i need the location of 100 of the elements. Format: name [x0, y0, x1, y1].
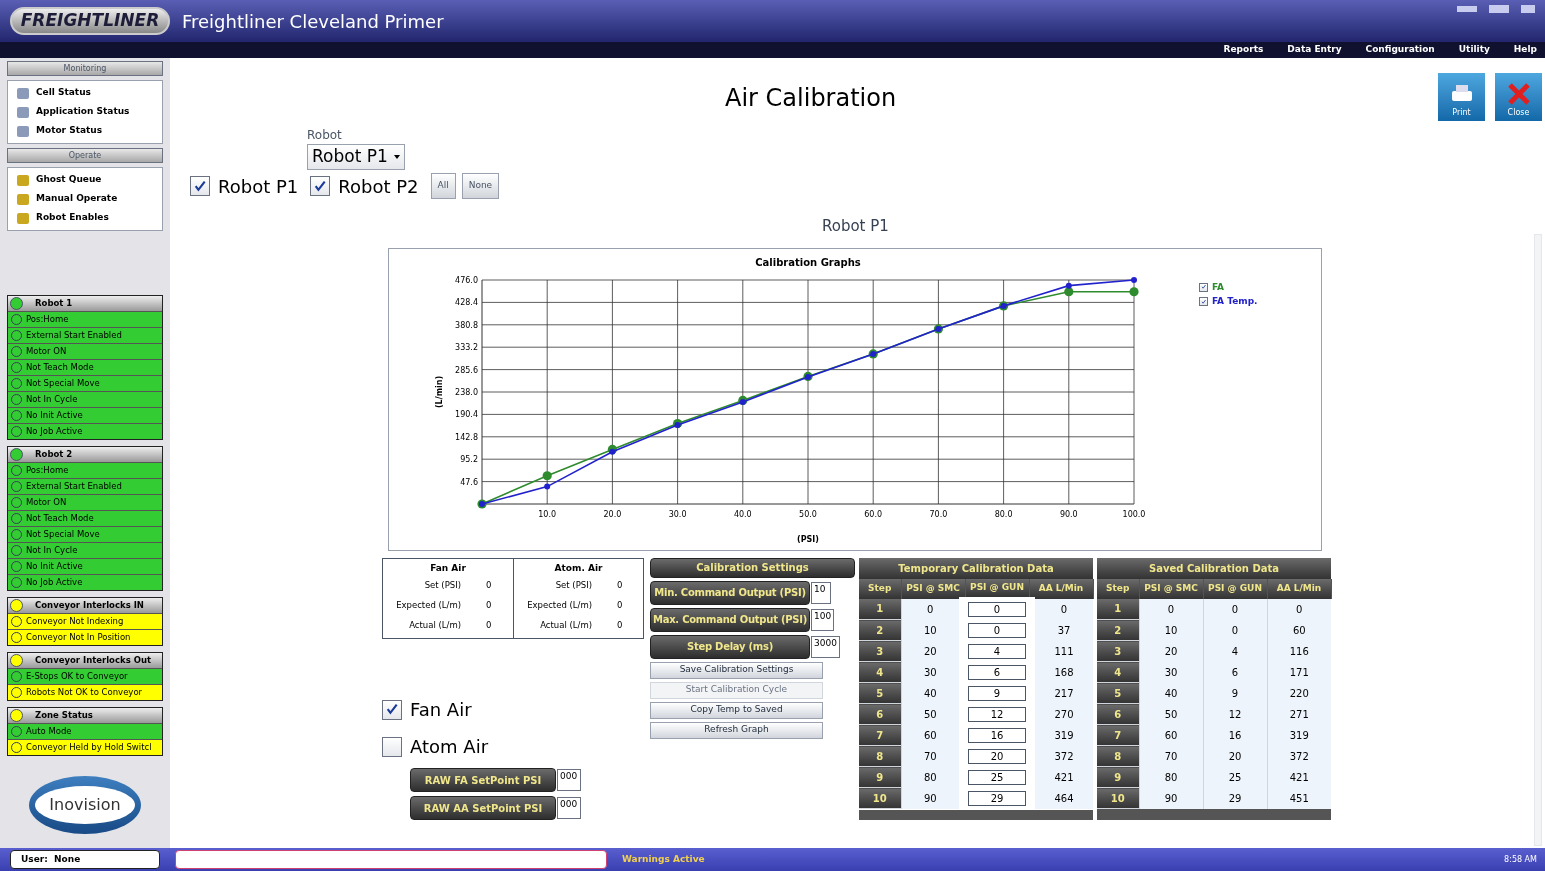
status-label: Not Teach Mode — [26, 361, 94, 374]
status-group-title: Zone Status — [34, 709, 93, 722]
step-cell: 2 — [859, 619, 901, 641]
column-header: Step — [1097, 578, 1139, 599]
table-cell: 60 — [1139, 724, 1203, 746]
status-group-title: Robot 2 — [34, 448, 73, 461]
status-label: No Init Active — [26, 409, 83, 422]
step-cell: 7 — [1097, 724, 1139, 746]
readout-label: Expected (L/m) — [395, 598, 461, 612]
status-label: No Job Active — [26, 425, 83, 438]
x-tick-label: 80.0 — [994, 509, 1013, 519]
field-label: Robot — [307, 127, 343, 144]
x-tick-label: 70.0 — [929, 509, 948, 519]
settings-title: Calibration Settings — [650, 557, 855, 578]
table-cell: 319 — [1267, 724, 1331, 746]
chart-title: Calibration Graphs — [755, 256, 861, 268]
status-label: Conveyor Not Indexing — [26, 615, 124, 628]
status-label: Auto Mode — [26, 725, 72, 738]
status-label: E-Stops OK to Conveyor — [26, 670, 128, 683]
table-cell: 0 — [1203, 619, 1267, 641]
brand-logo: FREIGHTLINER — [10, 7, 170, 35]
y-tick-label: 428.4 — [455, 297, 478, 307]
step-cell: 6 — [1097, 703, 1139, 725]
step-cell: 10 — [1097, 787, 1139, 809]
step-cell: 6 — [859, 703, 901, 725]
step-cell: 2 — [1097, 619, 1139, 641]
status-label: External Start Enabled — [26, 480, 122, 493]
step-cell: 3 — [859, 640, 901, 662]
legend-label: FA Temp. — [1212, 295, 1258, 308]
y-tick-label: 142.8 — [455, 432, 478, 442]
y-tick-label: 333.2 — [455, 342, 478, 352]
table-cell: 70 — [1139, 745, 1203, 767]
table-cell: 20 — [1139, 640, 1203, 662]
y-axis-label: (L/min) — [435, 375, 444, 408]
readout-value: 0 — [486, 598, 492, 612]
step-cell: 5 — [1097, 682, 1139, 704]
step-cell: 1 — [1097, 598, 1139, 620]
company-logo: Inovision — [29, 776, 141, 834]
step-cell: 7 — [859, 724, 901, 746]
status-group-title: Robot 1 — [34, 297, 73, 310]
step-cell: 9 — [1097, 766, 1139, 788]
section-header: Operate — [7, 148, 163, 163]
robot-checkbox-label: Robot P1 — [218, 174, 299, 199]
readout-label: Expected (L/m) — [526, 598, 592, 612]
table-cell: 0 — [1267, 598, 1331, 620]
status-label: Conveyor Not In Position — [26, 631, 131, 644]
status-label: External Start Enabled — [26, 329, 122, 342]
legend-label: FA — [1212, 280, 1225, 294]
table-cell: 16 — [1203, 724, 1267, 746]
setting-label: Step Delay (ms) — [650, 634, 810, 659]
table-cell: 80 — [1139, 766, 1203, 788]
step-cell: 9 — [859, 766, 901, 788]
table-cell: 90 — [1139, 787, 1203, 809]
step-cell: 8 — [1097, 745, 1139, 767]
table-title: Temporary Calibration Data — [859, 557, 1093, 579]
status-label: Motor ON — [26, 345, 67, 358]
table-cell: 220 — [1267, 682, 1331, 704]
table-cell: 30 — [1139, 661, 1203, 683]
y-tick-label: 476.0 — [455, 275, 478, 285]
y-tick-label: 285.6 — [455, 365, 478, 375]
readout-value: 0 — [617, 598, 623, 612]
setpoint-label: RAW FA SetPoint PSI — [410, 768, 556, 792]
x-tick-label: 100.0 — [1122, 509, 1146, 519]
x-tick-label: 10.0 — [538, 509, 557, 519]
readout-label: Actual (L/m) — [539, 618, 592, 632]
y-tick-label: 380.8 — [455, 320, 478, 330]
table-title: Saved Calibration Data — [1097, 557, 1331, 579]
step-cell: 10 — [859, 787, 901, 809]
status-group-title: Conveyor Interlocks Out — [34, 654, 151, 667]
readout-value: 0 — [486, 578, 492, 592]
window-title: Freightliner Cleveland Primer — [182, 9, 444, 34]
step-cell: 8 — [859, 745, 901, 767]
status-label: Conveyor Held by Hold Switcl — [26, 741, 152, 754]
column-header: Step — [859, 578, 901, 599]
table-cell: 451 — [1267, 787, 1331, 809]
step-cell: 4 — [859, 661, 901, 683]
setting-label: Max. Command Output (PSI) — [650, 607, 810, 632]
status-label: Pos:Home — [26, 313, 69, 326]
step-cell: 4 — [1097, 661, 1139, 683]
table-cell: 372 — [1267, 745, 1331, 767]
table-cell: 6 — [1203, 661, 1267, 683]
readout-value: 0 — [486, 618, 492, 632]
x-tick-label: 40.0 — [733, 509, 752, 519]
status-label: No Init Active — [26, 560, 83, 573]
table-cell: 60 — [1267, 619, 1331, 641]
readout-title: Atom. Air — [553, 561, 604, 575]
table-cell: 50 — [1139, 703, 1203, 725]
readout-label: Actual (L/m) — [408, 618, 461, 632]
table-cell: 421 — [1267, 766, 1331, 788]
y-tick-label: 47.6 — [460, 477, 478, 487]
status-label: Robots Not OK to Conveyor — [26, 686, 143, 699]
x-tick-label: 20.0 — [603, 509, 622, 519]
readout-value: 0 — [617, 578, 623, 592]
y-tick-label: 190.4 — [455, 409, 478, 419]
status-label: Not Teach Mode — [26, 512, 94, 525]
warning-text: Warnings Active — [622, 852, 705, 866]
table-cell: 0 — [1139, 598, 1203, 620]
robot-checkbox-label: Robot P2 — [338, 174, 419, 199]
x-tick-label: 90.0 — [1059, 509, 1078, 519]
status-label: Pos:Home — [26, 464, 69, 477]
